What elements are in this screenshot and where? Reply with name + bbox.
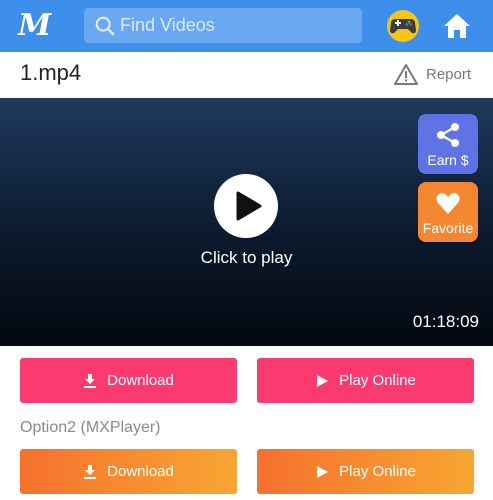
download-icon xyxy=(84,373,97,388)
earn-button[interactable]: Earn $ xyxy=(418,114,478,174)
video-player[interactable]: Click to play 01:18:09 Earn $ Favorite xyxy=(0,98,493,346)
favorite-label: Favorite xyxy=(422,220,474,236)
play-button[interactable] xyxy=(214,174,278,238)
site-logo[interactable]: M xyxy=(18,6,62,46)
download-button[interactable]: Download xyxy=(20,358,237,403)
option2-heading: Option2 (MXPlayer) xyxy=(20,419,161,436)
download-icon xyxy=(84,464,97,479)
report-label: Report xyxy=(426,65,472,83)
search-icon xyxy=(95,16,115,36)
play-icon xyxy=(236,191,262,221)
favorite-button[interactable]: Favorite xyxy=(418,182,478,242)
play-icon xyxy=(317,465,329,478)
mxplayer-download-button[interactable]: Download xyxy=(20,449,237,494)
video-title: 1.mp4 xyxy=(20,60,82,85)
earn-label: Earn $ xyxy=(427,152,469,168)
report-button[interactable]: Report xyxy=(394,61,471,87)
play-online-label: Play Online xyxy=(339,463,416,480)
top-app-bar: M xyxy=(0,0,493,52)
video-duration: 01:18:09 xyxy=(412,312,479,331)
click-to-play-label: Click to play xyxy=(200,248,293,267)
mxplayer-play-online-button[interactable]: Play Online xyxy=(257,449,474,494)
heart-icon xyxy=(436,193,460,214)
video-title-bar: 1.mp4 Report xyxy=(0,52,493,98)
warning-icon xyxy=(394,64,418,85)
share-icon xyxy=(437,123,459,147)
download-label: Download xyxy=(107,372,174,389)
home-icon[interactable] xyxy=(443,12,471,40)
game-controller-icon[interactable] xyxy=(384,9,422,43)
play-icon xyxy=(317,374,329,387)
search-input[interactable] xyxy=(120,8,350,43)
search-box[interactable] xyxy=(84,8,362,43)
play-online-button[interactable]: Play Online xyxy=(257,358,474,403)
play-online-label: Play Online xyxy=(339,372,416,389)
download-label: Download xyxy=(107,463,174,480)
